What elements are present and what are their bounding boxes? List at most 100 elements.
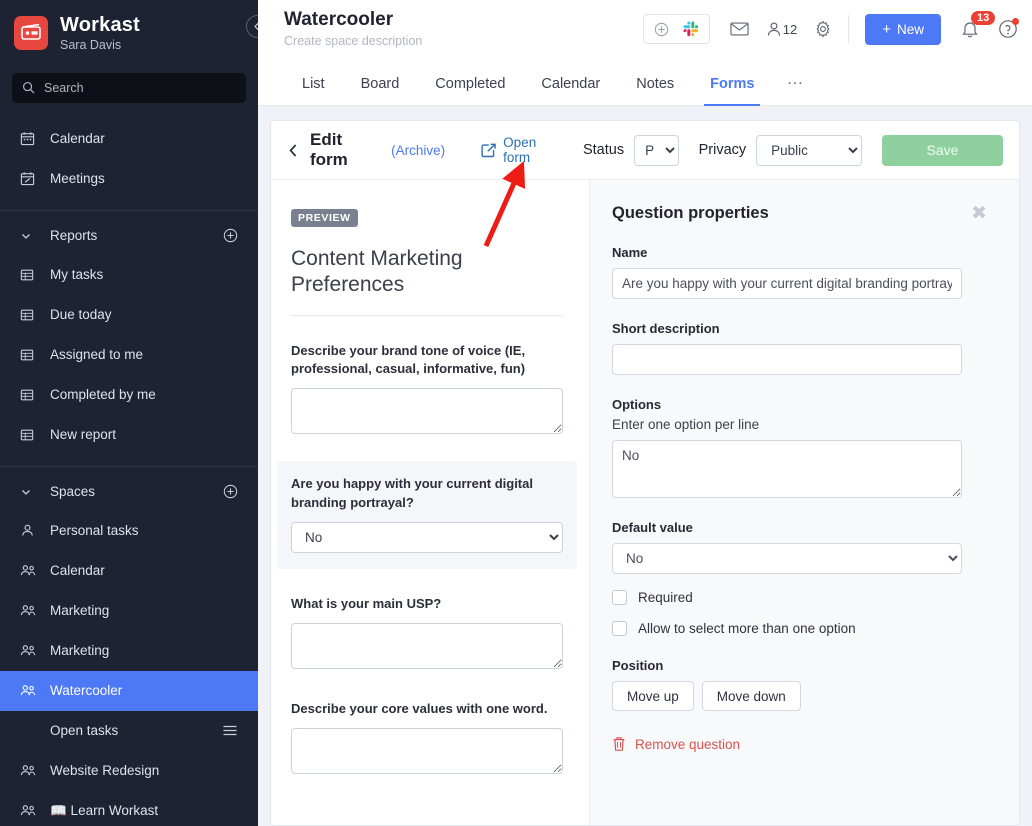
slack-icon[interactable] bbox=[683, 21, 699, 37]
new-button-label: New bbox=[896, 21, 924, 37]
close-icon[interactable]: ✖ bbox=[969, 204, 989, 223]
notifications-bell[interactable]: 13 bbox=[961, 10, 996, 39]
integrations-box bbox=[642, 14, 710, 44]
editor-panes: PREVIEW Content Marketing Preferences De… bbox=[271, 180, 1019, 825]
page-title: Watercooler bbox=[284, 9, 394, 31]
sidebar-item-marketing-1[interactable]: Marketing bbox=[0, 591, 258, 631]
multiselect-checkbox-row[interactable]: Allow to select more than one option bbox=[612, 621, 989, 636]
question-textarea[interactable] bbox=[291, 727, 563, 774]
sidebar-item-new-report[interactable]: New report bbox=[0, 415, 258, 455]
tab-notes[interactable]: Notes bbox=[618, 76, 692, 105]
required-checkbox[interactable] bbox=[612, 590, 627, 605]
preview-badge: PREVIEW bbox=[291, 209, 358, 227]
brand-block[interactable]: Workast Sara Davis bbox=[0, 0, 258, 63]
plus-circle-icon[interactable] bbox=[223, 484, 238, 499]
brand-username: Sara Davis bbox=[60, 38, 122, 52]
mail-icon[interactable] bbox=[730, 21, 749, 37]
hamburger-icon[interactable] bbox=[222, 724, 238, 737]
move-down-button[interactable]: Move down bbox=[701, 681, 801, 711]
table-icon bbox=[20, 348, 42, 362]
default-value-select[interactable]: No bbox=[612, 543, 962, 574]
calendar-icon bbox=[20, 131, 42, 146]
sidebar-item-label: Calendar bbox=[50, 131, 105, 147]
sidebar-item-personal-tasks[interactable]: Personal tasks bbox=[0, 511, 258, 551]
remove-question-button[interactable]: Remove question bbox=[612, 736, 989, 752]
tab-list[interactable]: List bbox=[284, 76, 343, 105]
sidebar-item-completed-by-me[interactable]: Completed by me bbox=[0, 375, 258, 415]
sidebar-section-spaces[interactable]: Spaces bbox=[0, 473, 258, 511]
space-description-placeholder[interactable]: Create space description bbox=[284, 34, 422, 48]
preview-question-2-selected[interactable]: Are you happy with your current digital … bbox=[277, 461, 577, 569]
status-label: Status bbox=[582, 142, 625, 158]
sidebar-item-watercooler[interactable]: Watercooler bbox=[0, 670, 258, 711]
sidebar-item-label: Meetings bbox=[50, 171, 105, 187]
sidebar-item-due-today[interactable]: Due today bbox=[0, 295, 258, 335]
short-description-field[interactable] bbox=[612, 344, 962, 375]
help-button[interactable] bbox=[998, 18, 1019, 39]
form-toolbar: Edit form (Archive) Open form Status P P… bbox=[271, 121, 1019, 180]
options-label: Options bbox=[612, 397, 662, 412]
new-button[interactable]: + New bbox=[865, 13, 941, 45]
properties-title: Question properties bbox=[612, 204, 769, 222]
people-icon bbox=[20, 563, 42, 578]
required-checkbox-row[interactable]: Required bbox=[612, 590, 989, 605]
sidebar-item-label: Marketing bbox=[50, 643, 110, 659]
people-icon bbox=[20, 643, 42, 658]
privacy-select[interactable]: Public bbox=[756, 134, 862, 166]
sidebar-subitem-open-tasks[interactable]: Open tasks bbox=[0, 711, 258, 751]
sidebar-item-marketing-2[interactable]: Marketing bbox=[0, 631, 258, 671]
multiselect-checkbox[interactable] bbox=[612, 621, 627, 636]
sidebar-section-reports[interactable]: Reports bbox=[0, 217, 258, 255]
status-select[interactable]: P bbox=[634, 134, 679, 166]
content-area: Edit form (Archive) Open form Status P P… bbox=[258, 106, 1032, 826]
sidebar-item-label: Watercooler bbox=[50, 683, 123, 699]
question-select[interactable]: No bbox=[291, 521, 563, 553]
archive-link[interactable]: (Archive) bbox=[391, 143, 445, 158]
sidebar-item-learn-workast[interactable]: 📖 Learn Workast bbox=[0, 791, 258, 826]
move-up-button[interactable]: Move up bbox=[612, 681, 694, 711]
sidebar-item-my-tasks[interactable]: My tasks bbox=[0, 255, 258, 295]
tab-calendar[interactable]: Calendar bbox=[523, 76, 618, 105]
save-button[interactable]: Save bbox=[881, 134, 1003, 166]
chevron-left-icon[interactable] bbox=[287, 143, 300, 158]
search-input[interactable]: Search bbox=[12, 72, 246, 103]
sidebar-item-assigned-to-me[interactable]: Assigned to me bbox=[0, 335, 258, 375]
workast-logo-icon bbox=[14, 16, 48, 51]
sidebar-item-label: My tasks bbox=[50, 267, 104, 283]
question-label: Are you happy with your current digital … bbox=[291, 476, 533, 511]
sidebar-item-calendar[interactable]: Calendar bbox=[0, 119, 258, 159]
position-buttons: Move up Move down bbox=[612, 681, 989, 711]
gear-icon[interactable] bbox=[814, 20, 832, 38]
question-textarea[interactable] bbox=[291, 622, 563, 669]
people-icon bbox=[20, 683, 42, 698]
options-hint: Enter one option per line bbox=[612, 417, 760, 432]
plus-circle-icon[interactable] bbox=[654, 22, 669, 37]
sidebar-item-meetings[interactable]: Meetings bbox=[0, 159, 258, 199]
tab-board[interactable]: Board bbox=[343, 76, 418, 105]
tabs-overflow-button[interactable]: … bbox=[772, 69, 818, 105]
space-tabs: List Board Completed Calendar Notes Form… bbox=[258, 58, 1032, 106]
search-placeholder: Search bbox=[44, 80, 84, 95]
name-label: Name bbox=[612, 245, 648, 260]
people-icon bbox=[20, 603, 42, 618]
question-textarea[interactable] bbox=[291, 388, 563, 435]
default-value-label: Default value bbox=[612, 520, 693, 535]
members-count[interactable]: 12 bbox=[766, 21, 797, 38]
sidebar-item-label: New report bbox=[50, 427, 117, 443]
sidebar-item-label: Website Redesign bbox=[50, 763, 160, 779]
options-textarea[interactable]: No bbox=[612, 440, 962, 498]
help-alert-dot bbox=[1012, 18, 1019, 25]
plus-circle-icon[interactable] bbox=[223, 228, 238, 243]
header-divider bbox=[848, 15, 850, 43]
question-label: What is your main USP? bbox=[291, 595, 442, 611]
sidebar-item-website-redesign[interactable]: Website Redesign bbox=[0, 751, 258, 791]
short-description-label: Short description bbox=[612, 321, 720, 336]
people-icon bbox=[20, 763, 42, 778]
tab-completed[interactable]: Completed bbox=[417, 76, 523, 105]
sidebar-item-label: Completed by me bbox=[50, 387, 156, 403]
sidebar-item-space-calendar[interactable]: Calendar bbox=[0, 551, 258, 591]
question-label: Describe your brand tone of voice (IE, p… bbox=[291, 342, 526, 377]
name-field[interactable] bbox=[612, 268, 962, 299]
tab-forms[interactable]: Forms bbox=[692, 76, 772, 106]
open-form-link[interactable]: Open form bbox=[481, 135, 563, 165]
